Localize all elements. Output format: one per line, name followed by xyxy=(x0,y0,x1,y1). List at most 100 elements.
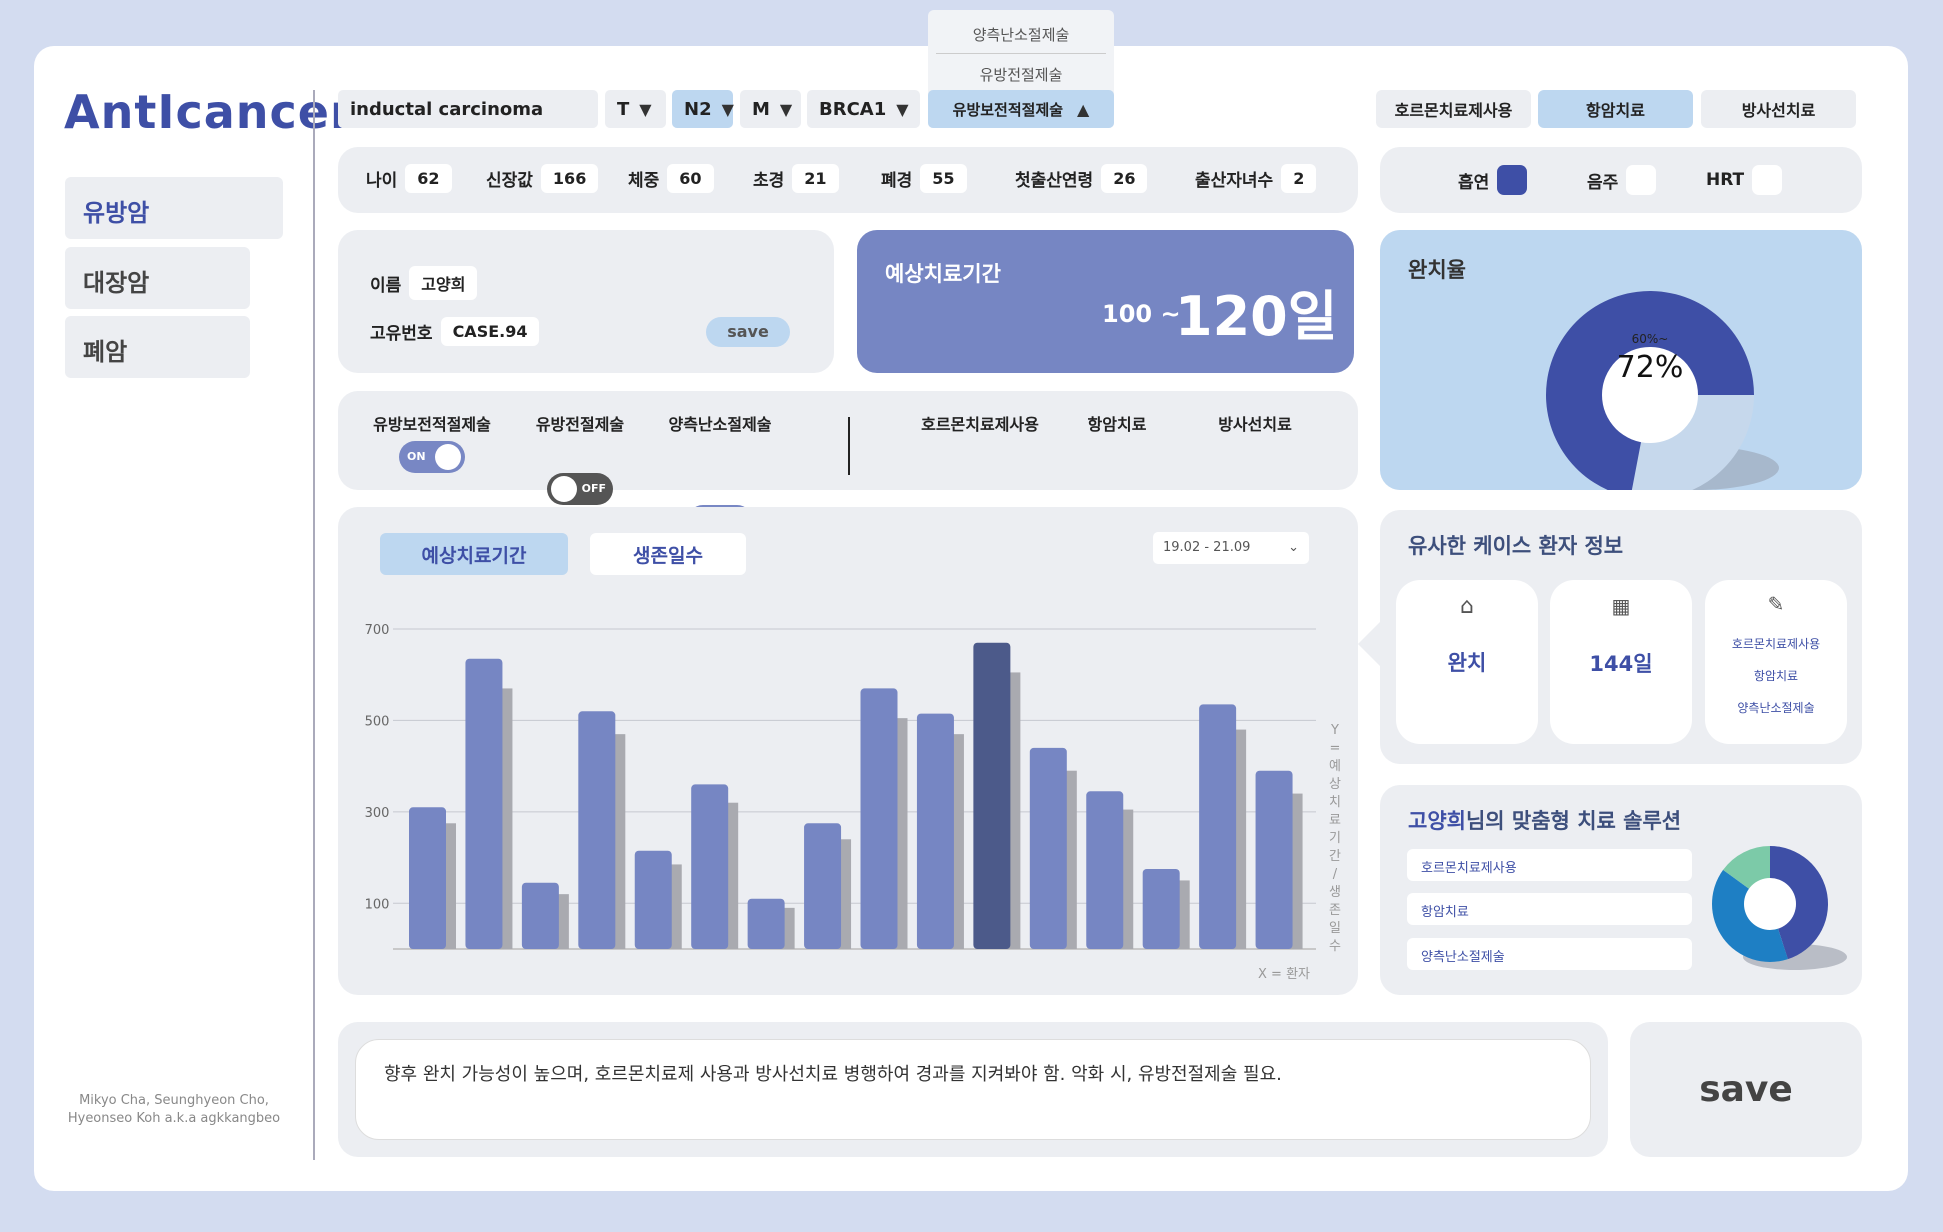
stats-panel: 나이 62 신장값 166 체중 60 초경 21 폐경 55 첫출산연령 26 출산자녀수… xyxy=(338,147,1358,213)
cure-rate-title: 완치율 xyxy=(1408,258,1466,282)
gene-select[interactable]: BRCA1 ▼ xyxy=(807,90,920,128)
bar[interactable] xyxy=(804,823,842,949)
treatment-pill-chemo[interactable]: 항암치료 xyxy=(1538,90,1693,128)
y-label-char: 료 xyxy=(1329,813,1341,828)
stat-label: 출산자녀수 xyxy=(1195,171,1274,191)
diagnosis-input[interactable]: inductal carcinoma xyxy=(338,90,598,128)
similar-days: 144일 xyxy=(1589,652,1653,676)
habit-hrt: HRT xyxy=(1706,165,1783,195)
toggle-label: 유방보전적절제술 xyxy=(373,415,491,434)
habit-label: HRT xyxy=(1706,170,1745,190)
similar-treatment-card: ✎ 호르몬치료제사용 항암치료 양측난소절제술 xyxy=(1705,580,1847,744)
toggle-label: 항암치료 xyxy=(1087,415,1147,434)
home-icon: ⌂ xyxy=(1460,594,1474,619)
id-field[interactable]: CASE.94 xyxy=(440,317,540,346)
surgery-toggle-panel xyxy=(338,391,1358,490)
patient-id-row: 고유번호 CASE.94 xyxy=(370,317,540,346)
similar-treatment-item: 양측난소절제술 xyxy=(1737,701,1815,715)
calendar-icon: ▦ xyxy=(1611,594,1631,618)
solution-item: 항암치료 xyxy=(1407,893,1692,925)
stat-value[interactable]: 21 xyxy=(792,164,839,193)
surgery-select[interactable]: 유방보전적절제술 ▲ xyxy=(928,90,1114,128)
chevron-up-icon: ▲ xyxy=(1077,99,1090,119)
stat-weight: 체중 60 xyxy=(628,164,714,193)
similar-treatment-item: 항암치료 xyxy=(1753,669,1799,683)
stat-menopause: 폐경 55 xyxy=(881,164,967,193)
y-label-char: 기 xyxy=(1329,831,1341,846)
surgery-value: 유방보전적절제술 xyxy=(952,100,1064,119)
stat-value[interactable]: 166 xyxy=(540,164,599,193)
syringe-icon: ✎ xyxy=(1767,592,1785,616)
stat-value[interactable]: 62 xyxy=(405,164,452,193)
similar-case-title: 유사한 케이스 환자 정보 xyxy=(1408,534,1624,558)
similar-outcome: 완치 xyxy=(1447,651,1487,675)
m-select[interactable]: M ▼ xyxy=(740,90,801,128)
save-button[interactable]: save xyxy=(1630,1022,1862,1157)
bar[interactable] xyxy=(860,688,898,949)
y-tick-label: 700 xyxy=(365,623,390,638)
y-label-char: 상 xyxy=(1329,777,1341,792)
bar[interactable] xyxy=(578,711,616,949)
bar[interactable] xyxy=(747,898,785,949)
patient-save-button[interactable]: save xyxy=(706,317,790,347)
y-label-char: = xyxy=(1329,741,1341,756)
similar-outcome-card: ⌂ 완치 xyxy=(1396,580,1538,744)
treatment-pill-hormone[interactable]: 호르몬치료제사용 xyxy=(1376,90,1531,128)
stat-first-birth-age: 첫출산연령 26 xyxy=(1015,164,1148,193)
similar-days-card: ▦ 144일 xyxy=(1550,580,1692,744)
y-axis-label: Y = 예 상 치 료 기 간 / 생 존 일 수 xyxy=(1326,722,1344,956)
dropdown-option[interactable]: 양측난소절제술 xyxy=(928,24,1114,45)
note-textarea[interactable]: 향후 완치 가능성이 높으며, 호르몬치료제 사용과 방사선치료 병행하여 경과… xyxy=(355,1039,1591,1140)
sidebar-item-colon-cancer[interactable]: 대장암 xyxy=(65,247,250,309)
bar[interactable] xyxy=(1086,791,1124,949)
bar[interactable] xyxy=(1029,747,1067,949)
stat-label: 폐경 xyxy=(881,171,913,191)
similar-case-panel: 유사한 케이스 환자 정보 ⌂ 완치 ▦ 144일 ✎ 호르몬치료제사용 항암치… xyxy=(1380,510,1862,764)
chart-panel: 예상치료기간 생존일수 19.02 - 21.09 ⌄ 700 500 300 100 … xyxy=(338,507,1358,995)
diagnosis-value: inductal carcinoma xyxy=(350,98,544,120)
bar[interactable] xyxy=(1255,770,1293,949)
habit-label: 흡연 xyxy=(1458,172,1490,193)
smoking-checkbox[interactable] xyxy=(1497,165,1528,195)
stat-label: 첫출산연령 xyxy=(1015,171,1094,191)
t-select[interactable]: T ▼ xyxy=(605,90,666,128)
bar[interactable] xyxy=(973,642,1011,949)
stat-value[interactable]: 26 xyxy=(1101,164,1148,193)
bar[interactable] xyxy=(691,784,729,949)
y-tick-label: 100 xyxy=(365,897,390,912)
chevron-down-icon: ▼ xyxy=(721,99,734,119)
stat-value[interactable]: 2 xyxy=(1281,164,1317,193)
solution-item: 호르몬치료제사용 xyxy=(1407,849,1692,881)
sidebar-divider xyxy=(313,90,315,1160)
n-select[interactable]: N2 ▼ xyxy=(672,90,734,128)
toggle-switch[interactable]: ON xyxy=(399,441,465,473)
sidebar-item-breast-cancer[interactable]: 유방암 xyxy=(65,177,283,239)
bar[interactable] xyxy=(1199,704,1237,949)
toggle-switch[interactable]: OFF xyxy=(547,473,613,505)
name-field[interactable]: 고양희 xyxy=(409,266,478,300)
y-tick-label: 300 xyxy=(365,806,390,821)
bar[interactable] xyxy=(1142,869,1180,949)
name-label: 이름 xyxy=(370,275,402,296)
sidebar-item-lung-cancer[interactable]: 폐암 xyxy=(65,316,250,378)
stat-value[interactable]: 60 xyxy=(667,164,714,193)
treatment-pill-radiation[interactable]: 방사선치료 xyxy=(1701,90,1856,128)
bar[interactable] xyxy=(521,882,559,949)
y-label-char: 존 xyxy=(1329,903,1341,918)
drinking-checkbox[interactable] xyxy=(1626,165,1657,195)
stat-label: 초경 xyxy=(753,171,785,191)
dropdown-option[interactable]: 유방전절제술 xyxy=(928,64,1114,85)
y-label-char: 일 xyxy=(1329,921,1341,936)
habits-panel: 흡연 음주 HRT xyxy=(1380,147,1862,213)
y-label-char: 생 xyxy=(1329,885,1341,900)
patient-panel: 이름 고양희 고유번호 CASE.94 save xyxy=(338,230,834,373)
bar[interactable] xyxy=(465,658,503,949)
callout-pointer xyxy=(1358,620,1382,668)
stat-value[interactable]: 55 xyxy=(920,164,967,193)
bar[interactable] xyxy=(634,850,672,949)
bar[interactable] xyxy=(409,807,446,949)
estimate-title: 예상치료기간 xyxy=(885,262,1001,286)
bar[interactable] xyxy=(916,713,954,949)
y-label-char: 수 xyxy=(1329,939,1341,954)
hrt-checkbox[interactable] xyxy=(1752,165,1783,195)
